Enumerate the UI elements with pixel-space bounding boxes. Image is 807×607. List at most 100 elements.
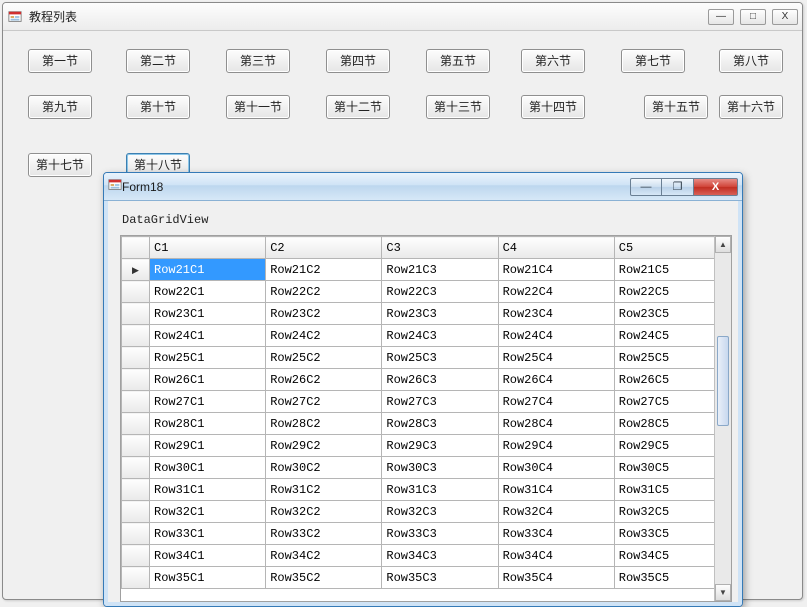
cell[interactable]: Row32C3 bbox=[382, 501, 498, 523]
cell[interactable]: Row22C4 bbox=[498, 281, 614, 303]
cell[interactable]: Row25C2 bbox=[266, 347, 382, 369]
table-row[interactable]: Row33C1Row33C2Row33C3Row33C4Row33C5 bbox=[122, 523, 731, 545]
vertical-scrollbar[interactable]: ▲ ▼ bbox=[714, 236, 731, 601]
cell[interactable]: Row31C1 bbox=[150, 479, 266, 501]
cell[interactable]: Row35C2 bbox=[266, 567, 382, 589]
row-header[interactable] bbox=[122, 479, 150, 501]
row-header[interactable] bbox=[122, 391, 150, 413]
cell[interactable]: Row22C3 bbox=[382, 281, 498, 303]
lesson-button-10[interactable]: 第十节 bbox=[126, 95, 190, 119]
cell[interactable]: Row34C1 bbox=[150, 545, 266, 567]
cell[interactable]: Row31C2 bbox=[266, 479, 382, 501]
cell[interactable]: Row35C1 bbox=[150, 567, 266, 589]
row-header[interactable] bbox=[122, 545, 150, 567]
cell[interactable]: Row21C4 bbox=[498, 259, 614, 281]
table-row[interactable]: Row30C1Row30C2Row30C3Row30C4Row30C5 bbox=[122, 457, 731, 479]
column-header-c2[interactable]: C2 bbox=[266, 237, 382, 259]
cell[interactable]: Row26C1 bbox=[150, 369, 266, 391]
lesson-button-8[interactable]: 第八节 bbox=[719, 49, 783, 73]
form18-close-button[interactable]: X bbox=[694, 178, 738, 196]
scroll-thumb[interactable] bbox=[717, 336, 729, 426]
lesson-button-7[interactable]: 第七节 bbox=[621, 49, 685, 73]
cell[interactable]: Row30C4 bbox=[498, 457, 614, 479]
table-row[interactable]: Row28C1Row28C2Row28C3Row28C4Row28C5 bbox=[122, 413, 731, 435]
cell[interactable]: Row21C2 bbox=[266, 259, 382, 281]
row-header[interactable] bbox=[122, 347, 150, 369]
cell[interactable]: Row33C3 bbox=[382, 523, 498, 545]
row-header[interactable] bbox=[122, 567, 150, 589]
lesson-button-13[interactable]: 第十三节 bbox=[426, 95, 490, 119]
cell[interactable]: Row28C1 bbox=[150, 413, 266, 435]
lesson-button-5[interactable]: 第五节 bbox=[426, 49, 490, 73]
cell[interactable]: Row25C4 bbox=[498, 347, 614, 369]
cell[interactable]: Row24C4 bbox=[498, 325, 614, 347]
cell[interactable]: Row23C2 bbox=[266, 303, 382, 325]
table-row[interactable]: ▶Row21C1Row21C2Row21C3Row21C4Row21C5 bbox=[122, 259, 731, 281]
cell[interactable]: Row25C1 bbox=[150, 347, 266, 369]
cell[interactable]: Row30C2 bbox=[266, 457, 382, 479]
cell[interactable]: Row22C2 bbox=[266, 281, 382, 303]
cell[interactable]: Row31C3 bbox=[382, 479, 498, 501]
cell[interactable]: Row35C3 bbox=[382, 567, 498, 589]
titlebar[interactable]: 教程列表 — □ X bbox=[3, 3, 802, 31]
row-header[interactable] bbox=[122, 281, 150, 303]
table-row[interactable]: Row29C1Row29C2Row29C3Row29C4Row29C5 bbox=[122, 435, 731, 457]
cell[interactable]: Row26C2 bbox=[266, 369, 382, 391]
column-header-c4[interactable]: C4 bbox=[498, 237, 614, 259]
datagridview[interactable]: C1C2C3C4C5▶Row21C1Row21C2Row21C3Row21C4R… bbox=[120, 235, 732, 602]
lesson-button-6[interactable]: 第六节 bbox=[521, 49, 585, 73]
cell[interactable]: Row35C4 bbox=[498, 567, 614, 589]
cell[interactable]: Row29C2 bbox=[266, 435, 382, 457]
row-header[interactable] bbox=[122, 457, 150, 479]
cell[interactable]: Row21C3 bbox=[382, 259, 498, 281]
column-header-c1[interactable]: C1 bbox=[150, 237, 266, 259]
cell[interactable]: Row28C2 bbox=[266, 413, 382, 435]
close-button[interactable]: X bbox=[772, 9, 798, 25]
row-header[interactable]: ▶ bbox=[122, 259, 150, 281]
cell[interactable]: Row26C3 bbox=[382, 369, 498, 391]
cell[interactable]: Row29C3 bbox=[382, 435, 498, 457]
lesson-button-14[interactable]: 第十四节 bbox=[521, 95, 585, 119]
cell[interactable]: Row34C3 bbox=[382, 545, 498, 567]
form18-maximize-button[interactable]: ❐ bbox=[662, 178, 694, 196]
maximize-button[interactable]: □ bbox=[740, 9, 766, 25]
row-header[interactable] bbox=[122, 303, 150, 325]
row-header[interactable] bbox=[122, 435, 150, 457]
table-row[interactable]: Row22C1Row22C2Row22C3Row22C4Row22C5 bbox=[122, 281, 731, 303]
table-row[interactable]: Row27C1Row27C2Row27C3Row27C4Row27C5 bbox=[122, 391, 731, 413]
table-row[interactable]: Row31C1Row31C2Row31C3Row31C4Row31C5 bbox=[122, 479, 731, 501]
form18-minimize-button[interactable]: — bbox=[630, 178, 662, 196]
lesson-button-4[interactable]: 第四节 bbox=[326, 49, 390, 73]
cell[interactable]: Row28C3 bbox=[382, 413, 498, 435]
cell[interactable]: Row32C1 bbox=[150, 501, 266, 523]
row-header[interactable] bbox=[122, 325, 150, 347]
cell[interactable]: Row34C2 bbox=[266, 545, 382, 567]
cell[interactable]: Row33C2 bbox=[266, 523, 382, 545]
table-row[interactable]: Row35C1Row35C2Row35C3Row35C4Row35C5 bbox=[122, 567, 731, 589]
cell[interactable]: Row30C3 bbox=[382, 457, 498, 479]
table-row[interactable]: Row25C1Row25C2Row25C3Row25C4Row25C5 bbox=[122, 347, 731, 369]
cell[interactable]: Row27C2 bbox=[266, 391, 382, 413]
cell[interactable]: Row32C2 bbox=[266, 501, 382, 523]
cell[interactable]: Row31C4 bbox=[498, 479, 614, 501]
lesson-button-12[interactable]: 第十二节 bbox=[326, 95, 390, 119]
cell[interactable]: Row29C4 bbox=[498, 435, 614, 457]
cell[interactable]: Row23C1 bbox=[150, 303, 266, 325]
grid-corner[interactable] bbox=[122, 237, 150, 259]
cell[interactable]: Row24C1 bbox=[150, 325, 266, 347]
cell[interactable]: Row29C1 bbox=[150, 435, 266, 457]
lesson-button-15[interactable]: 第十五节 bbox=[644, 95, 708, 119]
column-header-c3[interactable]: C3 bbox=[382, 237, 498, 259]
cell[interactable]: Row34C4 bbox=[498, 545, 614, 567]
cell[interactable]: Row25C3 bbox=[382, 347, 498, 369]
row-header[interactable] bbox=[122, 413, 150, 435]
cell[interactable]: Row28C4 bbox=[498, 413, 614, 435]
table-row[interactable]: Row34C1Row34C2Row34C3Row34C4Row34C5 bbox=[122, 545, 731, 567]
lesson-button-1[interactable]: 第一节 bbox=[28, 49, 92, 73]
row-header[interactable] bbox=[122, 369, 150, 391]
cell[interactable]: Row22C1 bbox=[150, 281, 266, 303]
lesson-button-9[interactable]: 第九节 bbox=[28, 95, 92, 119]
cell[interactable]: Row21C1 bbox=[150, 259, 266, 281]
cell[interactable]: Row24C2 bbox=[266, 325, 382, 347]
cell[interactable]: Row23C3 bbox=[382, 303, 498, 325]
